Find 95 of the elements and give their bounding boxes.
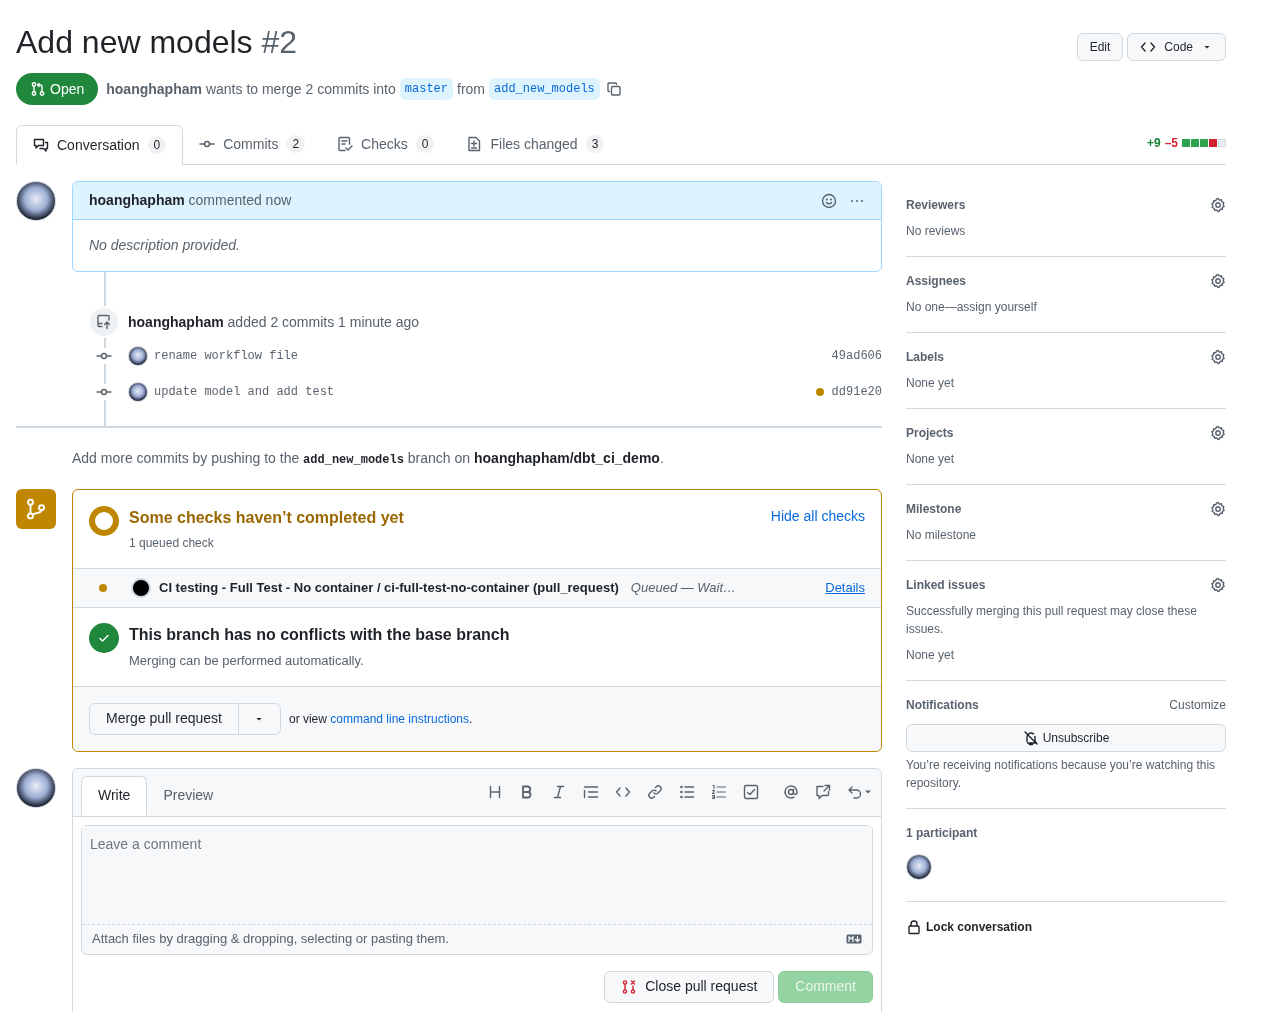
close-pr-button[interactable]: Close pull request	[604, 970, 775, 1003]
task-list-icon[interactable]	[743, 784, 759, 800]
comment-header-text: hoanghapham commented now	[89, 191, 292, 210]
tab[interactable]: Commits 2	[183, 124, 322, 164]
tab-counter: 2	[286, 135, 306, 153]
git-branch-icon	[16, 489, 56, 529]
avatar	[128, 382, 148, 402]
commit-message-link[interactable]: update model and add test	[154, 383, 335, 401]
check-status: Queued — Wait…	[630, 579, 737, 598]
app-logo-icon	[131, 578, 151, 598]
heading-icon[interactable]	[487, 784, 503, 800]
section-title: 1 participant	[906, 825, 979, 842]
customize-link[interactable]: Customize	[1169, 696, 1226, 714]
from-text: from	[457, 79, 485, 99]
lock-conversation-link[interactable]: Lock conversation	[906, 918, 1226, 936]
cross-reference-icon[interactable]	[815, 784, 831, 800]
commit-event-text: hoanghapham added 2 commits 1 minute ago	[128, 312, 419, 332]
avatar	[128, 346, 148, 366]
comment-field[interactable]: Leave a comment Attach files by dragging & dropping, selecting or pasting them.	[81, 824, 873, 955]
gear-icon[interactable]	[1210, 425, 1226, 441]
italic-icon[interactable]	[551, 784, 567, 800]
conflicts-title: This branch has no conflicts with the base branch	[129, 625, 510, 645]
conflicts-subtitle: Merging can be performed automatically.	[129, 652, 365, 670]
quote-icon[interactable]	[583, 784, 599, 800]
edit-button[interactable]: Edit	[1076, 33, 1124, 61]
link-icon[interactable]	[647, 784, 663, 800]
lock-icon	[906, 919, 922, 935]
checklist-icon	[337, 136, 354, 152]
unsubscribe-button[interactable]: Unsubscribe	[906, 724, 1226, 752]
tab[interactable]: Files changed 3	[450, 124, 621, 164]
pending-ring-icon	[89, 506, 119, 536]
section-text: Successfully merging this pull request may close these issues.	[906, 603, 1198, 638]
section-title: Assignees	[906, 273, 967, 290]
base-branch-label[interactable]: master	[399, 78, 453, 100]
mention-icon[interactable]	[783, 784, 799, 800]
gear-icon[interactable]	[1210, 349, 1226, 365]
avatar	[16, 181, 56, 221]
section-title: Reviewers	[906, 197, 966, 214]
comment-body: No description provided.	[89, 236, 240, 255]
tab-counter: 0	[415, 135, 435, 153]
commit-sha-link[interactable]: 49ad606	[831, 347, 882, 365]
bell-slash-icon	[1022, 730, 1039, 746]
code-button[interactable]: Code	[1127, 33, 1226, 61]
deletions-count: –5	[1164, 135, 1178, 152]
gear-icon[interactable]	[1210, 197, 1226, 213]
checks-subtitle: 1 queued check	[129, 535, 215, 552]
copy-icon[interactable]	[605, 81, 622, 97]
tab-counter: 3	[585, 135, 605, 153]
hide-checks-link[interactable]: Hide all checks	[770, 506, 865, 527]
checks-title: Some checks haven’t completed yet	[129, 508, 405, 528]
editor-tab[interactable]: Preview	[147, 775, 230, 816]
push-hint-text: Add more commits by pushing to the add_new_models branch on hoanghapham/dbt_ci_demo.	[72, 449, 665, 469]
diffstat-bar	[1182, 139, 1226, 147]
attach-hint-text: Attach files by dragging & dropping, selecting or pasting them.	[92, 930, 449, 949]
section-title: Milestone	[906, 501, 962, 518]
check-name: CI testing - Full Test - No container / ci-full-test-no-container (pull_request)	[159, 579, 619, 598]
head-branch-label[interactable]: add_new_models	[489, 78, 600, 100]
gear-icon[interactable]	[1210, 273, 1226, 289]
cli-hint-text: or view command line instructions.	[288, 710, 473, 728]
section-text: No reviews	[906, 223, 967, 240]
tab-counter: 0	[147, 136, 167, 154]
file-diff-icon	[466, 136, 483, 152]
merge-button[interactable]: Merge pull request	[89, 702, 239, 735]
details-link[interactable]: Details	[825, 578, 865, 598]
tab[interactable]: Conversation 0	[16, 125, 184, 165]
numbered-list-icon[interactable]	[711, 784, 727, 800]
section-title: Projects	[906, 425, 954, 442]
editor-tab[interactable]: Write	[81, 775, 148, 816]
commit-message-link[interactable]: rename workflow file	[154, 347, 299, 365]
pr-icon	[30, 81, 46, 97]
reply-icon[interactable]	[847, 784, 873, 800]
section-text: None yet	[906, 647, 956, 664]
bulleted-list-icon[interactable]	[679, 784, 695, 800]
open-status-badge: Open	[16, 73, 99, 105]
tab[interactable]: Checks 0	[321, 124, 451, 164]
section-title: Notifications	[906, 697, 979, 714]
smiley-icon[interactable]	[821, 192, 837, 209]
merge-summary-text: wants to merge 2 commits into	[205, 79, 396, 99]
pr-title: Add new models #2	[16, 23, 298, 62]
section-title: Labels	[906, 349, 944, 366]
section-text: No milestone	[906, 527, 978, 544]
gear-icon[interactable]	[1210, 501, 1226, 517]
section-text: No one—assign yourself	[906, 299, 1038, 316]
pr-closed-icon	[621, 978, 638, 995]
participant-avatar	[906, 854, 932, 880]
section-title: Linked issues	[906, 577, 986, 594]
section-text: None yet	[906, 375, 956, 392]
additions-count: +9	[1146, 135, 1161, 152]
notification-reason-text: You’re receiving notifications because you’re watching this repository.	[906, 757, 1217, 792]
gear-icon[interactable]	[1210, 577, 1226, 593]
commit-sha-link[interactable]: dd91e20	[831, 383, 882, 401]
chat-icon	[33, 137, 49, 153]
section-text: None yet	[906, 451, 956, 468]
author-link[interactable]: hoanghapham	[106, 78, 202, 100]
avatar	[16, 767, 56, 808]
